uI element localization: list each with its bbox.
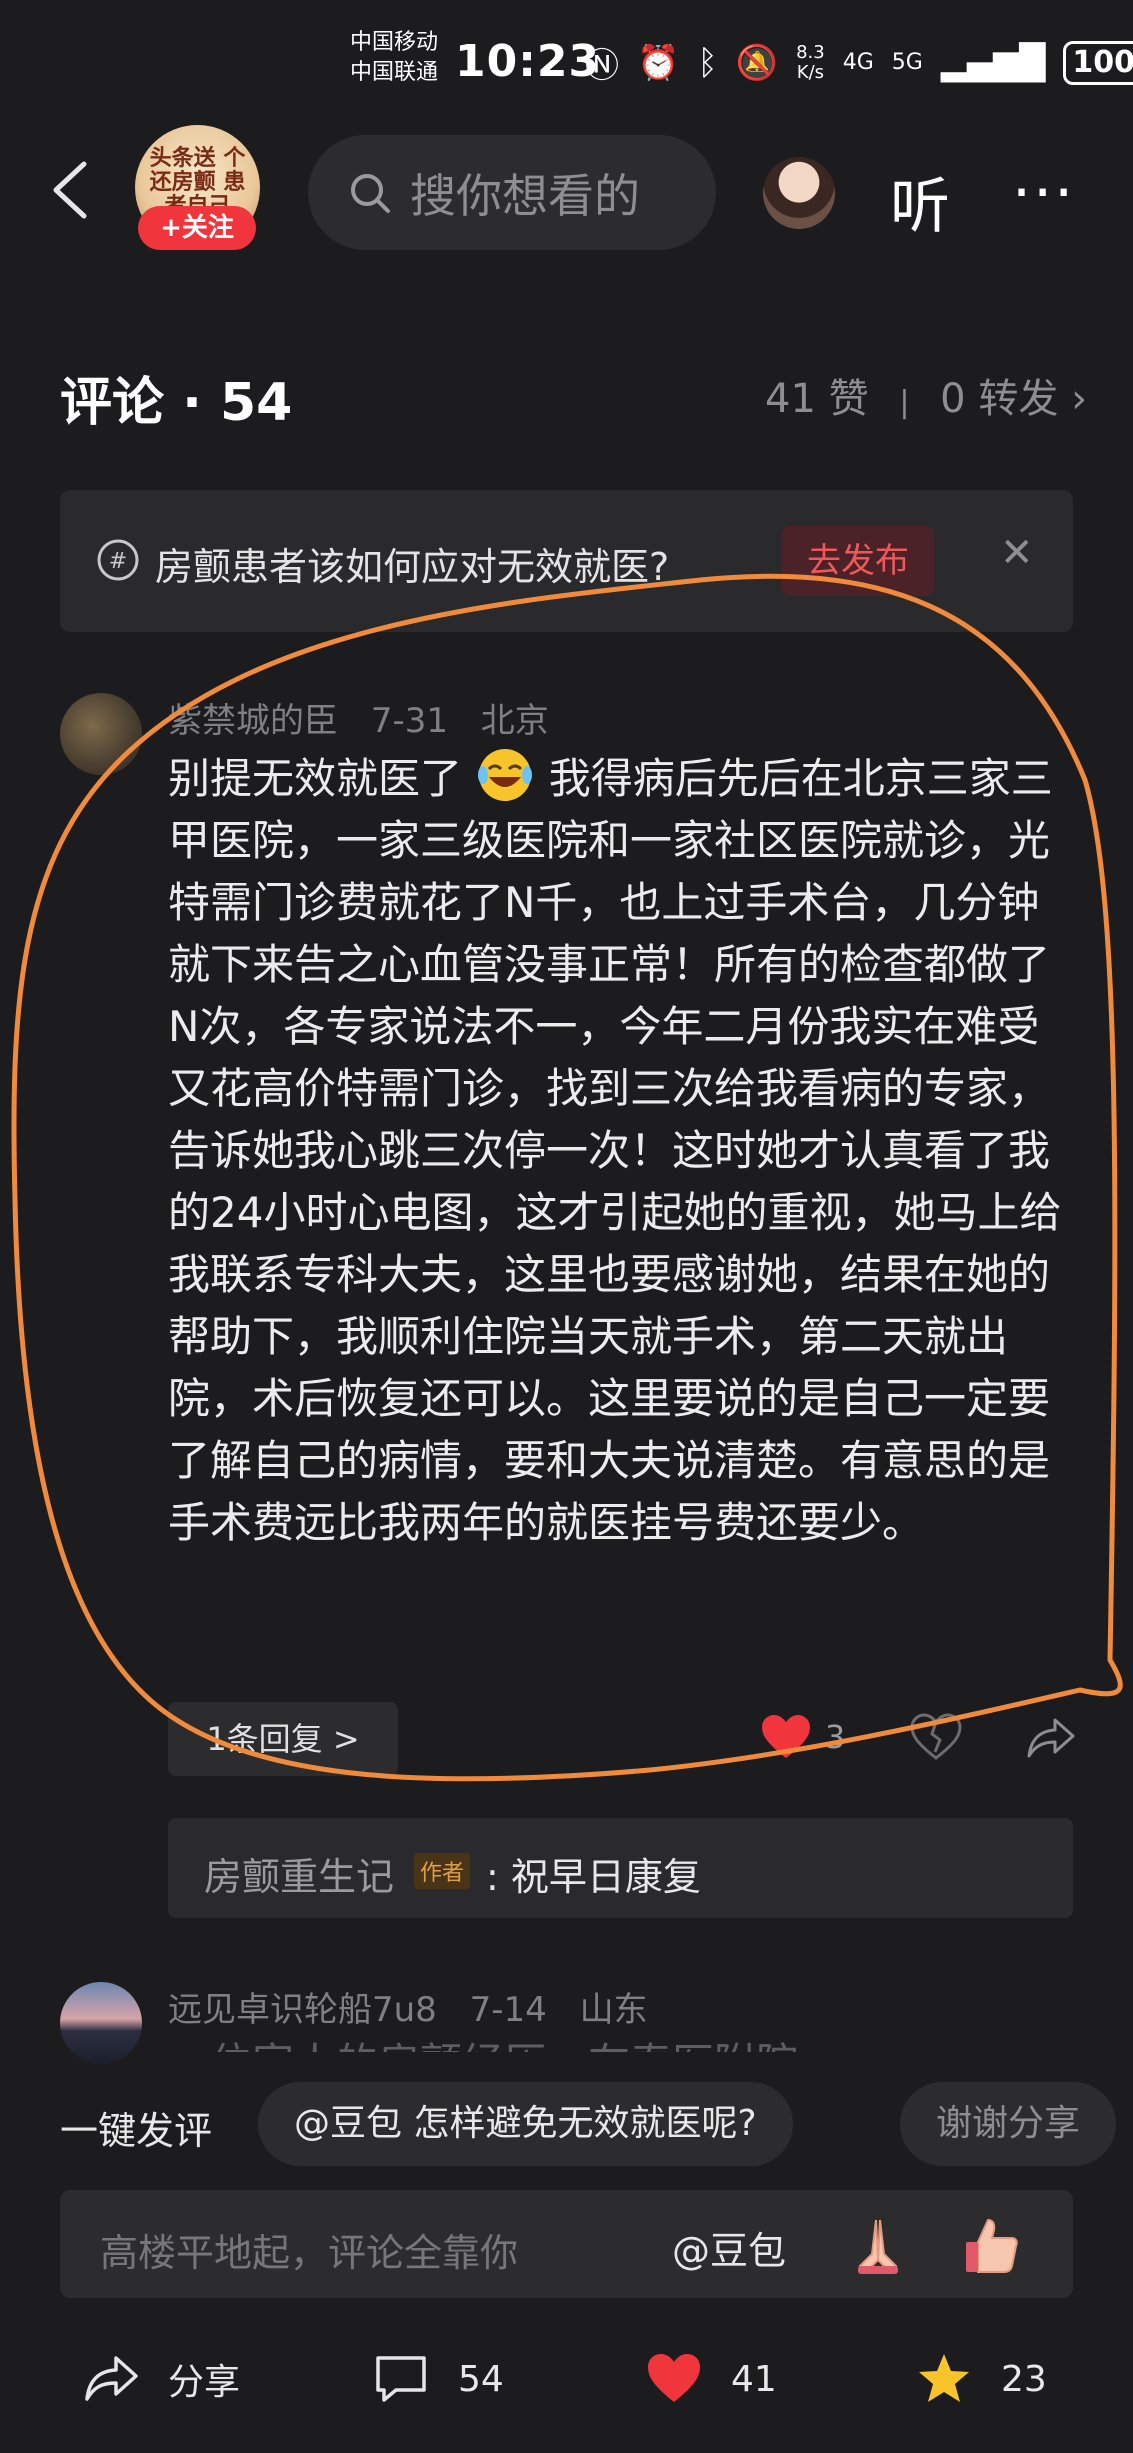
close-icon[interactable]: ✕: [1000, 530, 1034, 576]
signal-5g-icon: 5G: [891, 50, 923, 75]
user-avatar[interactable]: [763, 157, 835, 229]
praying-hands-icon[interactable]: [846, 2214, 910, 2278]
carrier-labels: 中国移动 中国联通: [350, 28, 438, 88]
dislike-icon[interactable]: [910, 1712, 962, 1764]
carrier-2: 中国联通: [350, 60, 439, 85]
chevron-right-icon: ›: [1071, 376, 1088, 422]
comment-date: 7-31: [370, 701, 448, 741]
comment-button[interactable]: 54: [372, 2350, 504, 2408]
comment-input[interactable]: 高楼平地起，评论全靠你 @豆包: [60, 2190, 1073, 2298]
battery-icon: 100: [1063, 40, 1133, 85]
heart-icon: [648, 2354, 700, 2402]
signal-4g-icon: 4G: [842, 50, 874, 75]
commenter-avatar[interactable]: [60, 693, 142, 775]
likes-count: 41 赞: [765, 376, 869, 422]
commenter-name-2[interactable]: 远见卓识轮船7u8: [168, 1990, 437, 2030]
svg-text:#: #: [109, 549, 127, 574]
comment-date-2: 7-14: [469, 1990, 547, 2030]
quick-comment-row: 一键发评 @豆包 怎样避免无效就医呢? 谢谢分享: [0, 2072, 1133, 2182]
comment-like-count: 3: [825, 1718, 846, 1756]
comment-meta: 紫禁城的臣 7-31 北京: [168, 693, 571, 742]
thumbs-up-icon[interactable]: [960, 2214, 1024, 2278]
more-icon[interactable]: ···: [1012, 158, 1075, 228]
comment-meta-2: 远见卓识轮船7u8 7-14 山东: [168, 1982, 670, 2031]
hashtag-icon: #: [97, 539, 139, 581]
author-badge: 作者: [414, 1853, 471, 1889]
network-speed: 8.3 K/s: [796, 41, 825, 83]
comment-location: 北京: [480, 701, 549, 741]
back-arrow-icon[interactable]: [50, 160, 90, 220]
share-button[interactable]: 分享: [82, 2350, 240, 2408]
comment-input-placeholder: 高楼平地起，评论全靠你: [100, 2231, 519, 2275]
share-icon[interactable]: [1025, 1712, 1077, 1764]
status-icons: Ⓝ ⏰ ᛒ 🔕 8.3 K/s 4G 5G ▂▄▆█ 100 ⚡: [585, 38, 1133, 87]
star-icon: [919, 2354, 969, 2402]
stats-divider: |: [899, 385, 910, 420]
shares-count: 0 转发: [940, 376, 1059, 422]
favorite-button[interactable]: 23: [915, 2350, 1047, 2408]
search-placeholder: 搜你想看的: [410, 168, 640, 223]
status-time: 10:23: [455, 36, 601, 87]
mention-doubao-button[interactable]: @豆包: [672, 2220, 786, 2275]
author-reply[interactable]: 房颤重生记 作者 : 祝早日康复: [168, 1818, 1073, 1918]
nfc-icon: Ⓝ: [585, 46, 619, 86]
topic-prompt[interactable]: # 房颤患者该如何应对无效就医? 去发布 ✕: [60, 490, 1073, 632]
quick-comment-chip[interactable]: @豆包 怎样避免无效就医呢?: [258, 2082, 793, 2166]
share-arrow-icon: [85, 2356, 138, 2401]
heart-icon[interactable]: [760, 1712, 812, 1764]
mute-icon: 🔕: [735, 42, 779, 83]
commenter-name[interactable]: 紫禁城的臣: [168, 701, 338, 741]
reply-text: : 祝早日康复: [486, 1855, 701, 1899]
carrier-1: 中国移动: [350, 30, 439, 55]
quick-comment-chip[interactable]: 谢谢分享: [900, 2082, 1117, 2166]
quick-comment-label: 一键发评: [60, 2109, 213, 2153]
comments-title: 评论 · 54: [60, 373, 293, 433]
comment-text[interactable]: 别提无效就医了 我得病后先后在北京三家三甲医院，一家三级医院和一家社区医院就诊，…: [168, 745, 1073, 1554]
like-button[interactable]: 41: [645, 2350, 777, 2408]
bluetooth-icon: ᛒ: [697, 42, 718, 83]
commenter-avatar-2[interactable]: [60, 1982, 142, 2064]
post-stats[interactable]: 41 赞 | 0 转发 ›: [765, 366, 1087, 424]
reply-author-name[interactable]: 房颤重生记: [204, 1846, 394, 1901]
publish-button[interactable]: 去发布: [782, 526, 934, 596]
search-icon: [351, 173, 390, 213]
alarm-icon: ⏰: [637, 42, 680, 83]
search-bar[interactable]: 搜你想看的: [308, 135, 716, 250]
comment-text-2[interactable]: 一位家人的房颤经历，在春医附院...: [168, 2030, 838, 2052]
laughing-crying-emoji-icon: [478, 749, 533, 801]
signal-bars-icon: ▂▄▆█: [940, 42, 1046, 83]
view-replies-button[interactable]: 1条回复 >: [168, 1702, 398, 1776]
comment-location-2: 山东: [579, 1990, 648, 2030]
topic-text: 房颤患者该如何应对无效就医?: [155, 545, 670, 589]
follow-button[interactable]: +关注: [138, 206, 256, 250]
comment-bubble-icon: [376, 2356, 426, 2402]
listen-button[interactable]: 听: [890, 158, 950, 245]
